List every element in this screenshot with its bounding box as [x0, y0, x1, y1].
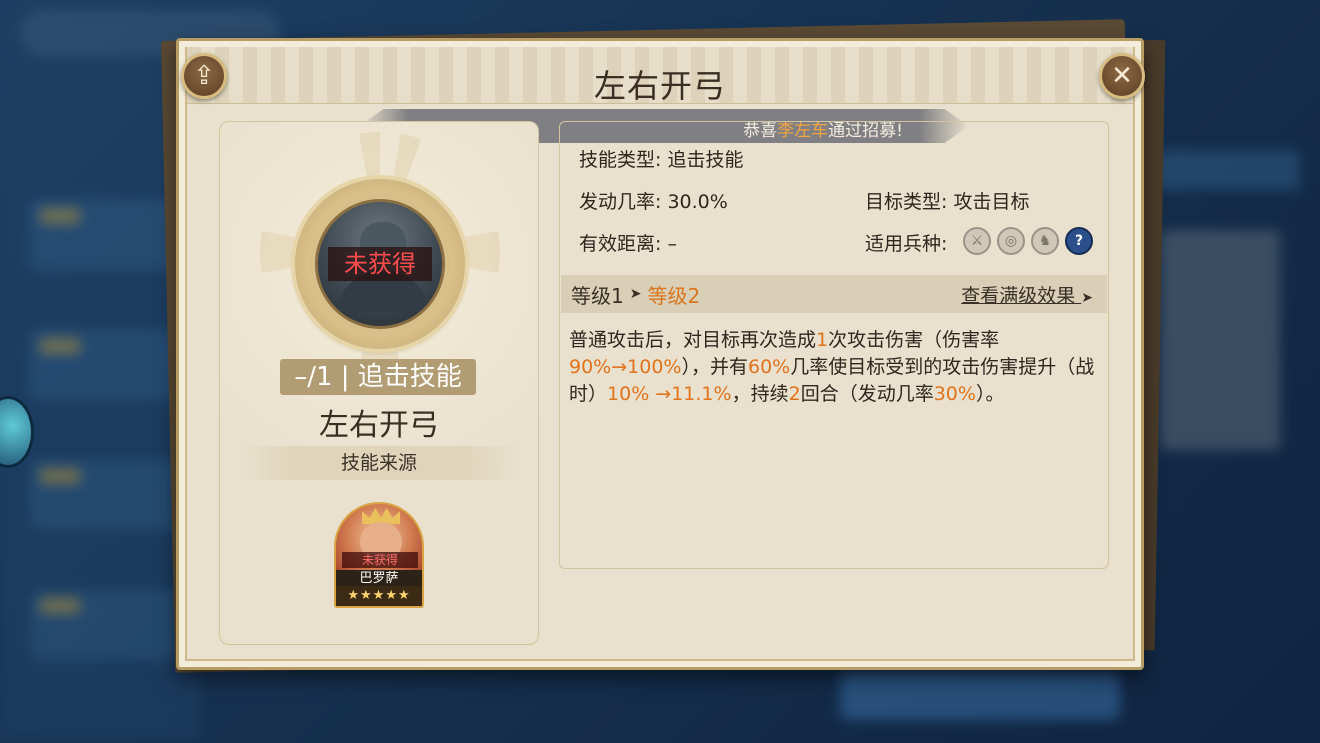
skill-overview-panel: 未获得 –/1 | 追击技能 左右开弓 技能来源 未获得 巴罗萨 ★★★★★: [219, 121, 539, 645]
dialog-header: 左右开弓: [187, 47, 1133, 105]
desc-text: ），并有: [681, 356, 748, 378]
trigger-rate-text: 发动几率: 30.0%: [579, 191, 728, 213]
view-max-level-label: 查看满级效果: [961, 285, 1076, 307]
skill-medal: 未获得: [295, 179, 465, 349]
sword-icon: ⚔: [963, 227, 991, 255]
desc-highlight: 90%: [569, 356, 612, 378]
desc-highlight: 2: [788, 383, 801, 405]
share-button[interactable]: ⇪: [181, 53, 227, 99]
troop-type-icons: ⚔ ◎ ♞ ?: [963, 227, 1093, 255]
troop-type-label: 适用兵种:: [865, 233, 948, 255]
skill-not-owned-label: 未获得: [328, 247, 432, 281]
level-bar: 等级1 ➤ 等级2 查看满级效果 ➤: [561, 275, 1107, 313]
skill-description: 普通攻击后，对目标再次造成1次攻击伤害（伤害率90%→100%），并有60%几率…: [569, 327, 1099, 408]
desc-text: 次攻击伤害（伤害率: [828, 329, 1000, 351]
bow-target-icon: ◎: [997, 227, 1025, 255]
max-level-arrow-icon: ➤: [1081, 290, 1093, 306]
bg-tag: [40, 468, 80, 484]
skill-detail-dialog: 左右开弓 ⇪ ✕ 恭喜李左车通过招募! 未获得 –/1 | 追击技能 左右开弓 …: [176, 38, 1145, 670]
question-icon[interactable]: ?: [1065, 227, 1093, 255]
skill-type-text: 技能类型: 追击技能: [579, 149, 744, 171]
bg-tag: [40, 208, 80, 224]
bg-tag: [40, 598, 80, 614]
dialog-title: 左右开弓: [593, 67, 726, 105]
skill-name: 左右开弓: [319, 408, 439, 443]
desc-highlight: 1: [816, 329, 829, 351]
close-icon: ✕: [1111, 61, 1133, 91]
hero-not-owned-label: 未获得: [342, 552, 418, 568]
level-from: 等级1: [571, 283, 624, 308]
view-max-level-link[interactable]: 查看满级效果 ➤: [961, 281, 1093, 308]
effective-range-text: 有效距离: –: [579, 233, 677, 255]
desc-text: ，持续: [731, 383, 789, 405]
desc-highlight: →100%: [611, 356, 682, 378]
hero-star-rating: ★★★★★: [336, 586, 422, 606]
skill-level-type-tag: –/1 | 追击技能: [280, 359, 476, 395]
desc-text: 普通攻击后，对目标再次造成: [569, 329, 817, 351]
skill-source-label: 技能来源: [240, 446, 518, 480]
bg-tag: [40, 338, 80, 354]
desc-text: 回合（发动几率: [800, 383, 934, 405]
desc-highlight: 10% →11.1%: [607, 383, 732, 405]
hero-source-card[interactable]: 未获得 巴罗萨 ★★★★★: [334, 502, 424, 608]
desc-highlight: 60%: [748, 356, 791, 378]
desc-highlight: 30%: [933, 383, 976, 405]
bg-bottom-button: [840, 670, 1120, 720]
bg-right-portrait: [1160, 230, 1280, 450]
share-icon: ⇪: [193, 61, 215, 91]
bg-right-bar: [1150, 150, 1300, 190]
level-to: 等级2: [647, 283, 701, 308]
close-button[interactable]: ✕: [1099, 53, 1145, 99]
skill-artwork: 未获得: [315, 199, 445, 329]
target-type-text: 目标类型: 攻击目标: [865, 191, 1030, 213]
level-arrow-icon: ➤: [629, 286, 642, 302]
horse-icon: ♞: [1031, 227, 1059, 255]
desc-text: ）。: [975, 383, 1005, 405]
